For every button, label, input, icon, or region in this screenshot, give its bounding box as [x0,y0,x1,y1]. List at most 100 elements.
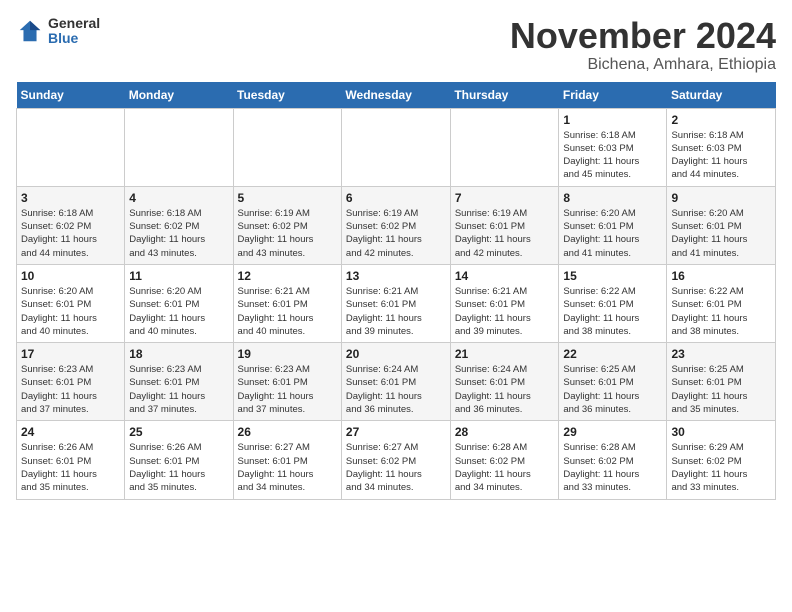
day-number: 2 [671,113,771,127]
calendar-cell: 6Sunrise: 6:19 AMSunset: 6:02 PMDaylight… [341,186,450,264]
calendar-cell: 20 Sunrise: 6:24 AMSunset: 6:01 PMDayligh… [341,343,450,421]
col-header-friday: Friday [559,82,667,109]
calendar-cell: 26Sunrise: 6:27 AMSunset: 6:01 PMDayligh… [233,421,341,499]
calendar-cell: 29 Sunrise: 6:28 AMSunset: 6:02 PMDayligh… [559,421,667,499]
day-number: 9 [671,191,771,205]
day-number: 12 [238,269,337,283]
day-info: Sunrise: 6:21 AMSunset: 6:01 PMDaylight:… [455,285,555,338]
day-info: Sunrise: 6:23 AMSunset: 6:01 PMDaylight:… [21,363,120,416]
day-number: 25 [129,425,228,439]
day-info: Sunrise: 6:24 AMSunset: 6:01 PMDaylight:… [455,363,555,416]
day-number: 7 [455,191,555,205]
day-number: 26 [238,425,337,439]
calendar-cell: 28Sunrise: 6:28 AMSunset: 6:02 PMDayligh… [450,421,559,499]
day-number: 3 [21,191,120,205]
day-number: 18 [129,347,228,361]
day-info: Sunrise: 6:22 AMSunset: 6:01 PMDaylight:… [671,285,771,338]
day-number: 5 [238,191,337,205]
day-info: Sunrise: 6:28 AMSunset: 6:02 PMDaylight:… [455,441,555,494]
calendar-cell: 18 Sunrise: 6:23 AMSunset: 6:01 PMDayligh… [125,343,233,421]
calendar-cell: 9 Sunrise: 6:20 AMSunset: 6:01 PMDaylight… [667,186,776,264]
day-info: Sunrise: 6:20 AMSunset: 6:01 PMDaylight:… [129,285,228,338]
day-info: Sunrise: 6:18 AMSunset: 6:02 PMDaylight:… [21,207,120,260]
day-info: Sunrise: 6:20 AMSunset: 6:01 PMDaylight:… [671,207,771,260]
month-title: November 2024 [510,16,776,56]
calendar-cell: 7 Sunrise: 6:19 AMSunset: 6:01 PMDaylight… [450,186,559,264]
calendar-cell: 2 Sunrise: 6:18 AMSunset: 6:03 PMDaylight… [667,108,776,186]
col-header-tuesday: Tuesday [233,82,341,109]
day-info: Sunrise: 6:25 AMSunset: 6:01 PMDaylight:… [671,363,771,416]
day-number: 14 [455,269,555,283]
day-info: Sunrise: 6:28 AMSunset: 6:02 PMDaylight:… [563,441,662,494]
day-info: Sunrise: 6:18 AMSunset: 6:03 PMDaylight:… [563,129,662,182]
day-number: 4 [129,191,228,205]
day-number: 1 [563,113,662,127]
day-info: Sunrise: 6:19 AMSunset: 6:02 PMDaylight:… [346,207,446,260]
calendar-cell: 11 Sunrise: 6:20 AMSunset: 6:01 PMDayligh… [125,264,233,342]
day-number: 8 [563,191,662,205]
calendar-cell: 30 Sunrise: 6:29 AMSunset: 6:02 PMDayligh… [667,421,776,499]
day-info: Sunrise: 6:24 AMSunset: 6:01 PMDaylight:… [346,363,446,416]
calendar-cell: 3 Sunrise: 6:18 AMSunset: 6:02 PMDaylight… [17,186,125,264]
calendar-week-row: 3 Sunrise: 6:18 AMSunset: 6:02 PMDaylight… [17,186,776,264]
calendar-cell: 14 Sunrise: 6:21 AMSunset: 6:01 PMDayligh… [450,264,559,342]
day-number: 23 [671,347,771,361]
calendar-cell: 13 Sunrise: 6:21 AMSunset: 6:01 PMDayligh… [341,264,450,342]
title-block: November 2024 Bichena, Amhara, Ethiopia [510,16,776,74]
calendar-cell: 1 Sunrise: 6:18 AMSunset: 6:03 PMDaylight… [559,108,667,186]
calendar-cell: 19Sunrise: 6:23 AMSunset: 6:01 PMDayligh… [233,343,341,421]
day-number: 20 [346,347,446,361]
logo-general-text: General [48,16,100,31]
calendar-cell: 5Sunrise: 6:19 AMSunset: 6:02 PMDaylight… [233,186,341,264]
calendar-header-row: SundayMondayTuesdayWednesdayThursdayFrid… [17,82,776,109]
calendar-week-row: 1 Sunrise: 6:18 AMSunset: 6:03 PMDaylight… [17,108,776,186]
day-number: 15 [563,269,662,283]
calendar-week-row: 10 Sunrise: 6:20 AMSunset: 6:01 PMDayligh… [17,264,776,342]
calendar-cell: 21 Sunrise: 6:24 AMSunset: 6:01 PMDayligh… [450,343,559,421]
day-info: Sunrise: 6:19 AMSunset: 6:01 PMDaylight:… [455,207,555,260]
calendar-table: SundayMondayTuesdayWednesdayThursdayFrid… [16,82,776,500]
col-header-monday: Monday [125,82,233,109]
col-header-thursday: Thursday [450,82,559,109]
day-info: Sunrise: 6:23 AMSunset: 6:01 PMDaylight:… [129,363,228,416]
col-header-wednesday: Wednesday [341,82,450,109]
calendar-cell: 27 Sunrise: 6:27 AMSunset: 6:02 PMDayligh… [341,421,450,499]
day-number: 11 [129,269,228,283]
day-number: 27 [346,425,446,439]
page-header: General Blue November 2024 Bichena, Amha… [16,16,776,74]
day-number: 30 [671,425,771,439]
calendar-cell: 24Sunrise: 6:26 AMSunset: 6:01 PMDayligh… [17,421,125,499]
day-info: Sunrise: 6:20 AMSunset: 6:01 PMDaylight:… [563,207,662,260]
day-info: Sunrise: 6:26 AMSunset: 6:01 PMDaylight:… [21,441,120,494]
day-info: Sunrise: 6:25 AMSunset: 6:01 PMDaylight:… [563,363,662,416]
calendar-week-row: 17 Sunrise: 6:23 AMSunset: 6:01 PMDayligh… [17,343,776,421]
calendar-cell [341,108,450,186]
day-info: Sunrise: 6:27 AMSunset: 6:02 PMDaylight:… [346,441,446,494]
logo-blue-text: Blue [48,31,100,46]
day-number: 29 [563,425,662,439]
calendar-cell: 12 Sunrise: 6:21 AMSunset: 6:01 PMDayligh… [233,264,341,342]
day-info: Sunrise: 6:21 AMSunset: 6:01 PMDaylight:… [238,285,337,338]
day-number: 17 [21,347,120,361]
day-number: 19 [238,347,337,361]
day-number: 10 [21,269,120,283]
calendar-cell [17,108,125,186]
location-subtitle: Bichena, Amhara, Ethiopia [510,56,776,74]
calendar-cell [450,108,559,186]
calendar-cell [233,108,341,186]
day-info: Sunrise: 6:20 AMSunset: 6:01 PMDaylight:… [21,285,120,338]
calendar-cell: 16 Sunrise: 6:22 AMSunset: 6:01 PMDayligh… [667,264,776,342]
day-info: Sunrise: 6:29 AMSunset: 6:02 PMDaylight:… [671,441,771,494]
day-info: Sunrise: 6:21 AMSunset: 6:01 PMDaylight:… [346,285,446,338]
calendar-cell: 10 Sunrise: 6:20 AMSunset: 6:01 PMDayligh… [17,264,125,342]
day-info: Sunrise: 6:18 AMSunset: 6:03 PMDaylight:… [671,129,771,182]
day-number: 16 [671,269,771,283]
day-info: Sunrise: 6:22 AMSunset: 6:01 PMDaylight:… [563,285,662,338]
day-number: 13 [346,269,446,283]
calendar-cell: 4Sunrise: 6:18 AMSunset: 6:02 PMDaylight… [125,186,233,264]
calendar-cell: 8 Sunrise: 6:20 AMSunset: 6:01 PMDaylight… [559,186,667,264]
calendar-cell: 25 Sunrise: 6:26 AMSunset: 6:01 PMDayligh… [125,421,233,499]
calendar-cell [125,108,233,186]
day-info: Sunrise: 6:26 AMSunset: 6:01 PMDaylight:… [129,441,228,494]
day-number: 21 [455,347,555,361]
